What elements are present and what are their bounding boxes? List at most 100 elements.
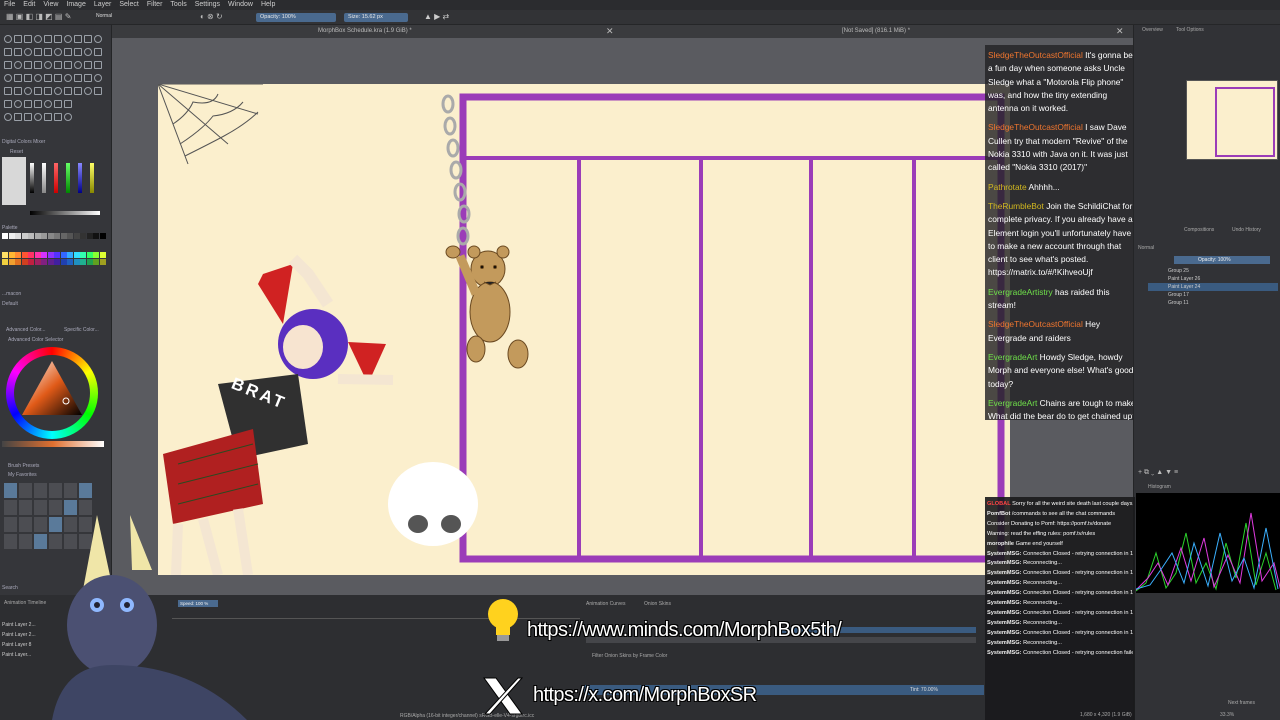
tool-icon[interactable] [84,61,92,69]
brush-preset[interactable] [19,534,32,549]
palette-swatch[interactable] [28,259,34,265]
tool-icon[interactable] [4,87,12,95]
tool-icon[interactable] [44,113,52,121]
layer-row[interactable]: Group 11 [1148,299,1278,307]
palette-swatch[interactable] [80,252,86,258]
mixer-canvas[interactable] [2,157,26,205]
tool-icon[interactable] [64,35,72,43]
layer-row[interactable]: Group 25 [1148,267,1278,275]
tab-compositions[interactable]: Compositions [1184,227,1214,233]
brush-preset[interactable] [49,483,62,498]
close-icon[interactable]: ✕ [1116,26,1124,37]
close-icon[interactable]: ✕ [606,26,614,37]
tool-icon[interactable] [34,61,42,69]
tool-icon[interactable] [44,74,52,82]
palette-swatch[interactable] [28,233,34,239]
tool-icon[interactable] [64,100,72,108]
menu-item[interactable]: Settings [195,0,220,10]
brush-preset[interactable] [34,483,47,498]
tool-icon[interactable] [94,35,102,43]
palette-swatch[interactable] [60,252,67,258]
tool-icon[interactable] [74,74,82,82]
tool-icon[interactable] [14,74,22,82]
palette-swatch[interactable] [73,233,80,239]
tab-onion-skins[interactable]: Onion Skins [644,601,671,607]
palette-swatch[interactable] [2,252,8,258]
palette-swatch[interactable] [15,252,21,258]
tool-icon[interactable] [84,35,92,43]
palette-swatch[interactable] [73,252,80,258]
tool-icon[interactable] [44,100,52,108]
advanced-color-tab[interactable]: Advanced Color... [6,327,45,333]
tool-icon[interactable] [84,87,92,95]
tool-icon[interactable] [34,74,42,82]
palette-swatch[interactable] [41,259,47,265]
size-slider[interactable]: Size: 15.62 px [344,13,408,22]
palette-swatch[interactable] [86,259,93,265]
tab-animation-curves[interactable]: Animation Curves [586,601,625,607]
layer-opacity[interactable]: Opacity: 100% [1174,256,1270,264]
tool-icon[interactable] [24,61,32,69]
palette-swatch[interactable] [8,233,15,239]
tool-icon[interactable] [14,61,22,69]
menu-item[interactable]: Select [119,0,138,10]
tool-icon[interactable] [44,87,52,95]
blend-mode-select[interactable]: Normal [96,13,112,19]
brush-preset[interactable] [4,517,17,532]
palette-swatch[interactable] [41,233,47,239]
tool-icon[interactable] [54,35,62,43]
tool-icon[interactable] [84,48,92,56]
tab-undo-history[interactable]: Undo History [1232,227,1261,233]
tool-icon[interactable] [64,48,72,56]
tool-icon[interactable] [94,48,102,56]
tool-icon[interactable] [74,87,82,95]
palette-swatch[interactable] [99,233,106,239]
palette-swatch[interactable] [2,259,8,265]
tool-icon[interactable] [4,61,12,69]
brush-preset[interactable] [79,500,92,515]
brush-preset[interactable] [19,483,32,498]
tab-document-1[interactable]: MorphBox Schedule.kra (1.9 GiB) * [318,28,412,34]
palette-swatch[interactable] [86,252,93,258]
color-triangle[interactable] [16,357,88,429]
menu-item[interactable]: Tools [170,0,186,10]
tool-icon[interactable] [94,61,102,69]
tool-icon[interactable] [54,61,62,69]
palette-swatch[interactable] [47,259,54,265]
layer-row[interactable]: Paint Layer 24 [1148,283,1278,291]
palette-swatch[interactable] [54,252,60,258]
tool-icon[interactable] [44,61,52,69]
tool-icon[interactable] [14,35,22,43]
tool-icon[interactable] [84,74,92,82]
tab-overview[interactable]: Overview [1142,27,1163,33]
brush-preset[interactable] [64,500,77,515]
tool-icon[interactable] [24,87,32,95]
palette-swatch[interactable] [67,252,73,258]
tool-icon[interactable] [54,74,62,82]
brush-preset[interactable] [4,534,17,549]
mixer-sliders[interactable] [30,159,104,219]
palette-swatch[interactable] [93,233,99,239]
tool-icon[interactable] [34,100,42,108]
tool-icon[interactable] [4,100,12,108]
tool-icon[interactable] [64,113,72,121]
tool-icon[interactable] [54,87,62,95]
x-url-text[interactable]: https://x.com/MorphBoxSR [533,684,757,707]
tool-icon[interactable] [94,74,102,82]
palette-swatches[interactable] [2,233,106,289]
tool-icon[interactable] [94,87,102,95]
tool-icon[interactable] [34,48,42,56]
zoom-level[interactable]: 33.3% [1220,712,1234,718]
minds-url-text[interactable]: https://www.minds.com/MorphBox5th/ [527,619,842,642]
palette-swatch[interactable] [93,259,99,265]
tool-icon[interactable] [24,74,32,82]
palette-swatch[interactable] [80,259,86,265]
color-gradient-bar[interactable] [2,441,104,447]
palette-swatch[interactable] [60,233,67,239]
menu-item[interactable]: Layer [94,0,112,10]
tool-icon[interactable] [24,113,32,121]
layer-blend-mode[interactable]: Normal [1138,245,1154,251]
brush-tool-icons[interactable]: ▦ ▣ ◧ ◨ ◩ ▤ ✎ [6,12,71,21]
palette-swatch[interactable] [54,259,60,265]
menu-item[interactable]: Window [228,0,253,10]
